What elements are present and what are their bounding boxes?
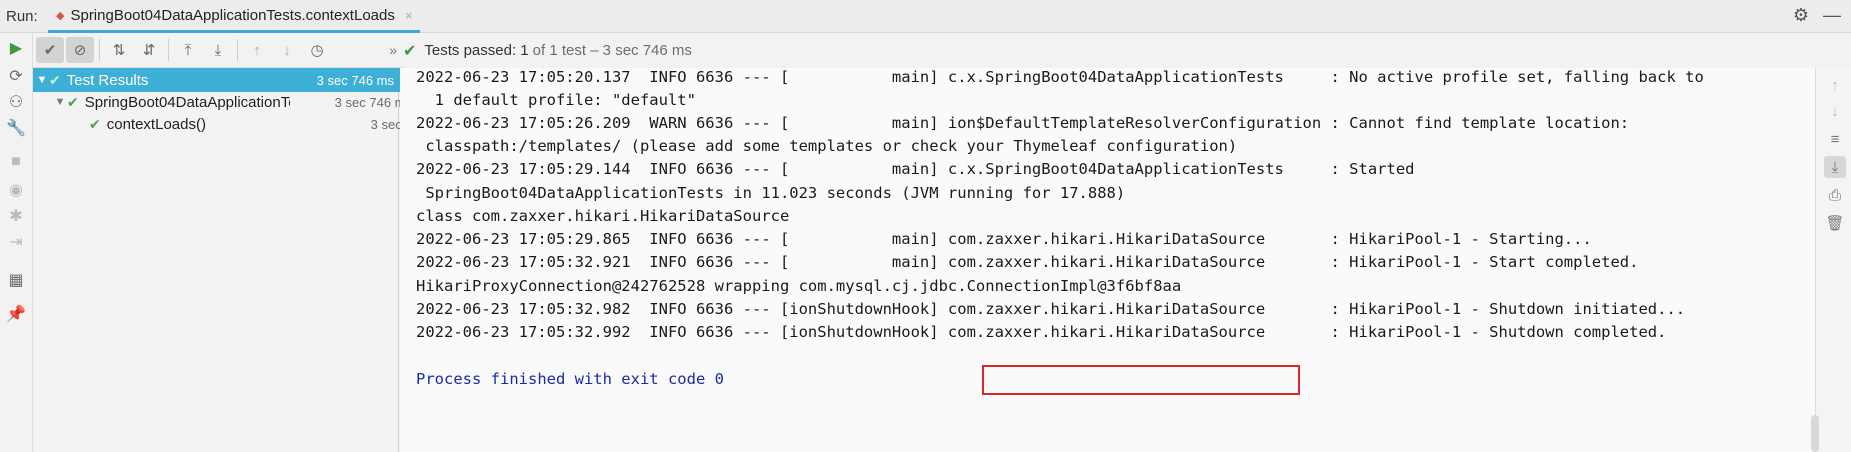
expand-all-icon[interactable]: ⤒ [174, 37, 202, 63]
run-tabbar: Run: ◆ SpringBoot04DataApplicationTests.… [0, 0, 1851, 33]
console-line: SpringBoot04DataApplicationTests in 11.0… [416, 184, 1126, 202]
gear-icon[interactable]: ⚙ [1793, 5, 1809, 26]
left-vertical-toolbar: ▶ ⟳ ⚇ 🔧 ■ ◉ ✱ ⇥ ▦ 📌 [0, 33, 33, 452]
collapse-all-icon[interactable]: ⤓ [204, 37, 232, 63]
console-line: classpath:/templates/ (please add some t… [416, 137, 1238, 155]
tree-node-label: contextLoads() [106, 115, 206, 133]
soft-wrap-icon[interactable]: ≡ [1824, 128, 1846, 150]
wrench-icon[interactable]: 🔧 [5, 117, 27, 139]
rerun-failed-icon[interactable]: ⟳ [5, 65, 27, 87]
passed-check-icon: ✔ [49, 71, 61, 88]
console-line: 2022-06-23 17:05:26.209 WARN 6636 --- [ … [416, 114, 1630, 132]
stop-icon[interactable]: ■ [5, 151, 27, 173]
toolbar-divider [99, 39, 100, 61]
arrow-up-icon[interactable]: ↑ [1824, 74, 1846, 96]
trash-icon[interactable]: 🗑 [1824, 212, 1846, 234]
tree-node-test-method[interactable]: ✔ contextLoads() 3 sec 746 ms [33, 112, 454, 136]
console-line: 2022-06-23 17:05:32.921 INFO 6636 --- [ … [416, 253, 1639, 271]
tree-node-test-class[interactable]: ▼ ✔ SpringBoot04DataApplicationTests 3 s… [33, 90, 418, 114]
run-config-tab[interactable]: ◆ SpringBoot04DataApplicationTests.conte… [48, 0, 421, 33]
status-count: 1 [520, 42, 529, 59]
chevron-down-icon[interactable]: ▼ [53, 96, 67, 108]
show-ignored-icon[interactable]: ⊘ [66, 37, 94, 63]
layout-icon[interactable]: ▦ [5, 269, 27, 291]
run-label: Run: [6, 8, 38, 25]
toolbar-divider [168, 39, 169, 61]
sort-duration-icon[interactable]: ⇵ [135, 37, 163, 63]
right-vertical-toolbar: ↑ ↓ ≡ ⤓ ⎙ 🗑 [1815, 68, 1851, 452]
console-line: 2022-06-23 17:05:32.992 INFO 6636 --- [i… [416, 323, 1667, 341]
tree-node-time: 3 sec 746 ms [316, 72, 394, 88]
passed-check-icon: ✔ [67, 93, 79, 110]
console-scrollbar[interactable] [1811, 415, 1819, 452]
pin-icon[interactable]: 📌 [5, 303, 27, 325]
console-line: 2022-06-23 17:05:29.144 INFO 6636 --- [ … [416, 160, 1415, 178]
test-status: ✔ Tests passed: 1 of 1 test – 3 sec 746 … [403, 33, 692, 68]
tabbar-actions: ⚙ — [1793, 5, 1841, 26]
play-icon[interactable]: ▶ [5, 37, 27, 59]
console-line: 1 default profile: "default" [416, 91, 696, 109]
scroll-to-end-icon[interactable]: ⤓ [1824, 156, 1846, 178]
show-passed-icon[interactable]: ✔ [36, 37, 64, 63]
history-icon[interactable]: ◷ [303, 37, 331, 63]
tree-node-label: Test Results [66, 71, 149, 89]
passed-check-icon: ✔ [403, 42, 417, 60]
test-runner-toolbar: ✔ ⊘ ⇅ ⇵ ⤒ ⤓ ↑ ↓ ◷ » [33, 33, 403, 68]
close-tab-icon[interactable]: × [405, 8, 413, 23]
bug-icon[interactable]: ✱ [5, 205, 27, 227]
print-icon[interactable]: ⎙ [1824, 184, 1846, 206]
process-exit-line: Process finished with exit code 0 [416, 370, 724, 388]
next-failed-icon[interactable]: ↓ [273, 37, 301, 63]
camera-icon[interactable]: ◉ [5, 179, 27, 201]
debug-icon[interactable]: ⚇ [5, 91, 27, 113]
console-line: 2022-06-23 17:05:32.982 INFO 6636 --- [i… [416, 300, 1686, 318]
chevron-down-icon[interactable]: ▼ [35, 74, 49, 86]
sort-alpha-icon[interactable]: ⇅ [105, 37, 133, 63]
test-results-tree: ▼ ✔ Test Results 3 sec 746 ms ▼ ✔ Spring… [33, 68, 448, 452]
highlight-box [982, 365, 1300, 395]
console-line: 2022-06-23 17:05:20.137 INFO 6636 --- [ … [416, 68, 1704, 86]
minimize-icon[interactable]: — [1823, 5, 1841, 26]
prev-failed-icon[interactable]: ↑ [243, 37, 271, 63]
run-tab-title: SpringBoot04DataApplicationTests.context… [70, 6, 395, 24]
console-line: class com.zaxxer.hikari.HikariDataSource [416, 207, 790, 225]
status-detail: of 1 test – 3 sec 746 ms [532, 42, 692, 59]
console-line: 2022-06-23 17:05:29.865 INFO 6636 --- [ … [416, 230, 1592, 248]
toolbar-divider [237, 39, 238, 61]
tree-node-test-results[interactable]: ▼ ✔ Test Results 3 sec 746 ms [33, 68, 400, 92]
exit-icon[interactable]: ⇥ [5, 231, 27, 253]
passed-check-icon: ✔ [89, 115, 101, 132]
more-chevron-icon[interactable]: » [389, 42, 397, 58]
tree-node-label: SpringBoot04DataApplicationTests [84, 93, 290, 111]
console-line: HikariProxyConnection@242762528 wrapping… [416, 277, 1182, 295]
arrow-down-icon[interactable]: ↓ [1824, 100, 1846, 122]
status-text: Tests passed: [424, 42, 517, 59]
test-config-icon: ◆ [56, 9, 65, 22]
